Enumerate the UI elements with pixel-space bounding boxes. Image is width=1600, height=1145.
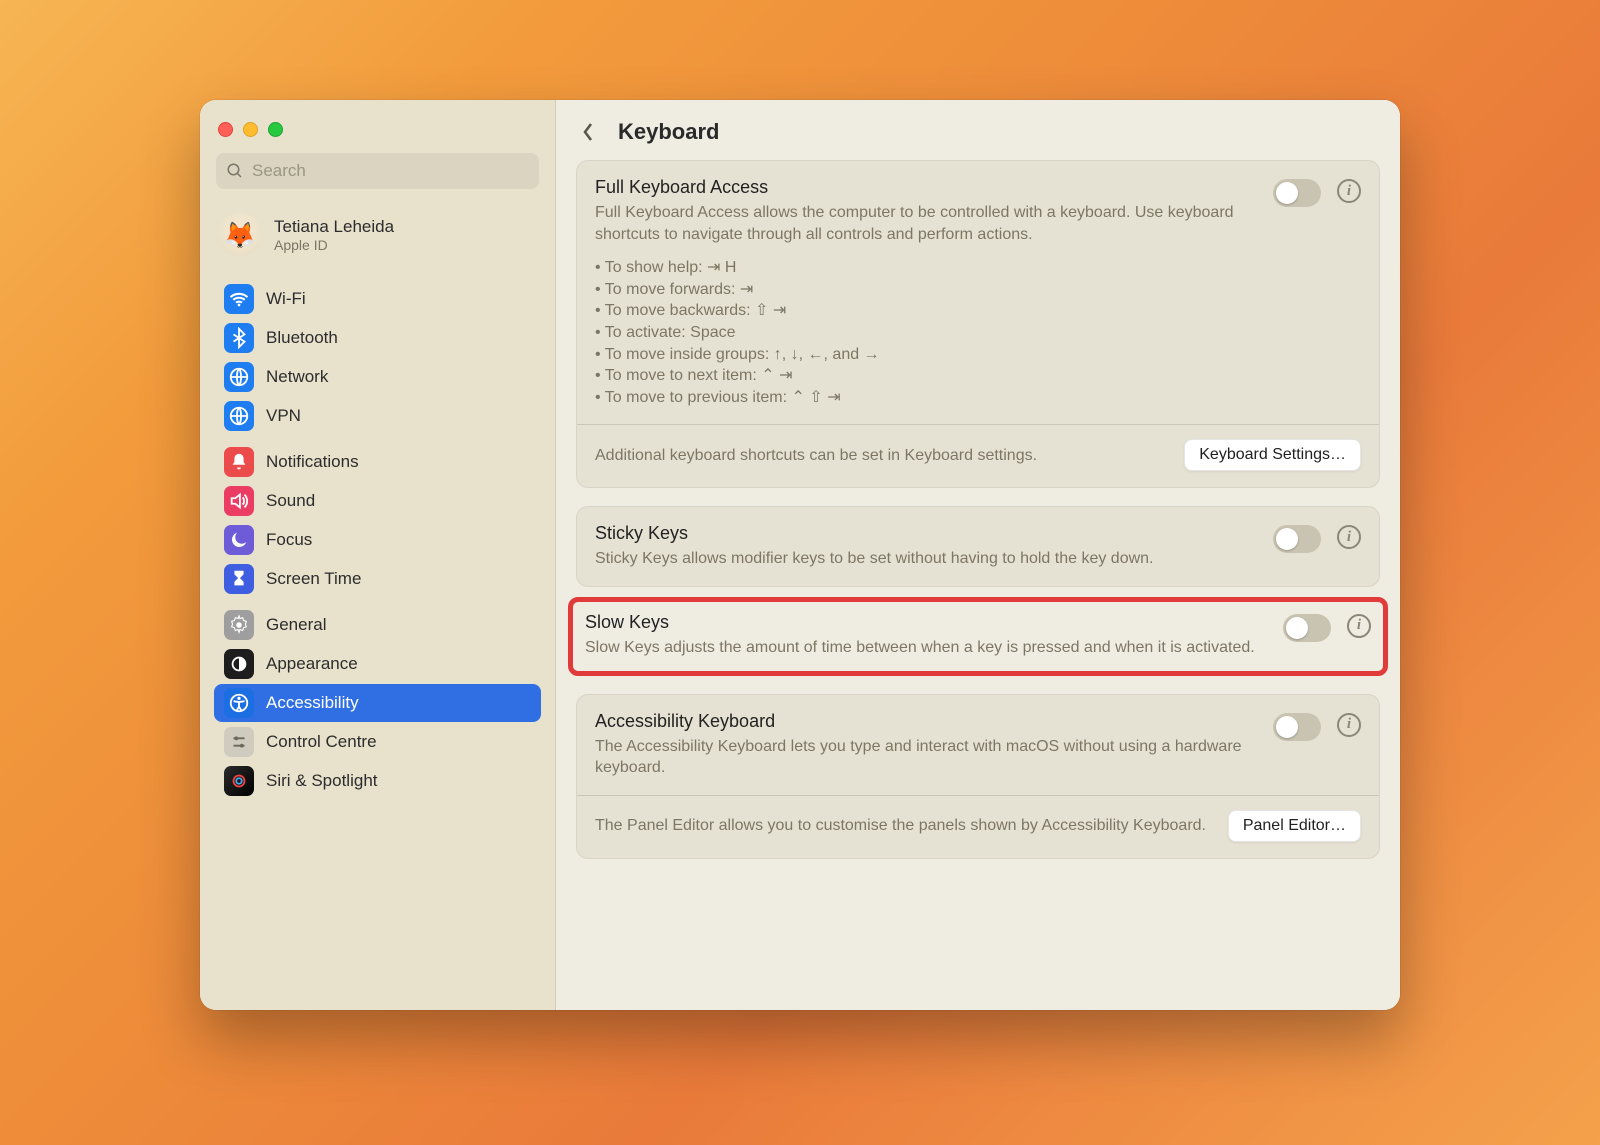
settings-scroll: Full Keyboard Access Full Keyboard Acces… (556, 160, 1400, 859)
sidebar-item-network[interactable]: Network (214, 358, 541, 396)
sidebar-item-label: Bluetooth (266, 328, 338, 348)
shortcut-line: To move to previous item: ⌃ ⇧ ⇥ (595, 387, 1257, 409)
slow-keys-title: Slow Keys (585, 612, 1267, 633)
slow-keys-info-button[interactable]: i (1347, 614, 1371, 638)
moon-icon (224, 525, 254, 555)
keyboard-settings-button[interactable]: Keyboard Settings… (1184, 439, 1361, 471)
full-keyboard-access-shortcuts: To show help: ⇥ H To move forwards: ⇥ To… (595, 257, 1257, 408)
slow-keys-card: Slow Keys Slow Keys adjusts the amount o… (576, 597, 1380, 676)
sidebar-item-notifications[interactable]: Notifications (214, 443, 541, 481)
sidebar-item-label: Accessibility (266, 693, 359, 713)
speaker-icon (224, 486, 254, 516)
slow-keys-desc: Slow Keys adjusts the amount of time bet… (585, 637, 1267, 659)
siri-icon (224, 766, 254, 796)
search-icon (226, 162, 244, 180)
sidebar-item-label: Appearance (266, 654, 358, 674)
full-keyboard-access-toggle[interactable] (1273, 179, 1321, 207)
chevron-left-icon (581, 122, 595, 142)
bluetooth-icon (224, 323, 254, 353)
sidebar-item-appearance[interactable]: Appearance (214, 645, 541, 683)
accessibility-keyboard-card: Accessibility Keyboard The Accessibility… (576, 694, 1380, 859)
globe-icon (224, 362, 254, 392)
shortcut-line: To move inside groups: ↑, ↓, ←, and → (595, 344, 1257, 366)
sidebar-item-accessibility[interactable]: Accessibility (214, 684, 541, 722)
keyboard-shortcuts-note: Additional keyboard shortcuts can be set… (595, 445, 1168, 467)
sidebar-item-label: Screen Time (266, 569, 361, 589)
sidebar-item-vpn[interactable]: VPN (214, 397, 541, 435)
sidebar-item-wifi[interactable]: Wi-Fi (214, 280, 541, 318)
page-title: Keyboard (618, 119, 719, 145)
content-area: Keyboard Full Keyboard Access Full Keybo… (556, 100, 1400, 1010)
shortcut-line: To move forwards: ⇥ (595, 279, 1257, 301)
gear-icon (224, 610, 254, 640)
sidebar-group-network: Wi-Fi Bluetooth Network VPN (210, 273, 545, 436)
sticky-keys-toggle[interactable] (1273, 525, 1321, 553)
divider (577, 795, 1379, 796)
divider (577, 424, 1379, 425)
sidebar-item-label: Sound (266, 491, 315, 511)
back-button[interactable] (574, 118, 602, 146)
search-field-container (216, 153, 539, 189)
sidebar-item-label: Notifications (266, 452, 359, 472)
accessibility-keyboard-toggle[interactable] (1273, 713, 1321, 741)
sidebar-item-label: Siri & Spotlight (266, 771, 378, 791)
accessibility-keyboard-desc: The Accessibility Keyboard lets you type… (595, 736, 1257, 779)
sticky-keys-desc: Sticky Keys allows modifier keys to be s… (595, 548, 1257, 570)
sidebar-item-sound[interactable]: Sound (214, 482, 541, 520)
avatar: 🦊 (218, 213, 262, 257)
sidebar: 🦊 Tetiana Leheida Apple ID Wi-Fi Bluetoo… (200, 100, 556, 1010)
slow-keys-highlight: Slow Keys Slow Keys adjusts the amount o… (568, 597, 1388, 676)
wifi-icon (224, 284, 254, 314)
full-keyboard-access-desc: Full Keyboard Access allows the computer… (595, 202, 1257, 245)
sidebar-item-bluetooth[interactable]: Bluetooth (214, 319, 541, 357)
sidebar-item-focus[interactable]: Focus (214, 521, 541, 559)
sidebar-item-label: Network (266, 367, 328, 387)
hourglass-icon (224, 564, 254, 594)
sidebar-item-general[interactable]: General (214, 606, 541, 644)
header: Keyboard (556, 100, 1400, 160)
control-centre-icon (224, 727, 254, 757)
user-subtitle: Apple ID (274, 237, 394, 253)
accessibility-keyboard-info-button[interactable]: i (1337, 713, 1361, 737)
minimize-window-button[interactable] (243, 122, 258, 137)
panel-editor-button[interactable]: Panel Editor… (1228, 810, 1361, 842)
zoom-window-button[interactable] (268, 122, 283, 137)
full-keyboard-access-title: Full Keyboard Access (595, 177, 1257, 198)
slow-keys-toggle[interactable] (1283, 614, 1331, 642)
apple-id-row[interactable]: 🦊 Tetiana Leheida Apple ID (210, 203, 545, 273)
window-controls (210, 116, 545, 153)
sidebar-item-control-centre[interactable]: Control Centre (214, 723, 541, 761)
panel-editor-note: The Panel Editor allows you to customise… (595, 815, 1212, 837)
sidebar-group-general: General Appearance Accessibility Control… (210, 599, 545, 801)
sidebar-item-screen-time[interactable]: Screen Time (214, 560, 541, 598)
sidebar-item-label: Wi-Fi (266, 289, 306, 309)
sidebar-item-label: VPN (266, 406, 301, 426)
bell-icon (224, 447, 254, 477)
close-window-button[interactable] (218, 122, 233, 137)
sidebar-item-siri-spotlight[interactable]: Siri & Spotlight (214, 762, 541, 800)
accessibility-icon (224, 688, 254, 718)
sidebar-item-label: General (266, 615, 326, 635)
full-keyboard-access-card: Full Keyboard Access Full Keyboard Acces… (576, 160, 1380, 488)
sidebar-item-label: Control Centre (266, 732, 377, 752)
vpn-icon (224, 401, 254, 431)
shortcut-line: To activate: Space (595, 322, 1257, 344)
user-name: Tetiana Leheida (274, 217, 394, 237)
sticky-keys-info-button[interactable]: i (1337, 525, 1361, 549)
shortcut-line: To show help: ⇥ H (595, 257, 1257, 279)
sticky-keys-title: Sticky Keys (595, 523, 1257, 544)
accessibility-keyboard-title: Accessibility Keyboard (595, 711, 1257, 732)
sticky-keys-card: Sticky Keys Sticky Keys allows modifier … (576, 506, 1380, 587)
sidebar-item-label: Focus (266, 530, 312, 550)
full-keyboard-access-info-button[interactable]: i (1337, 179, 1361, 203)
search-input[interactable] (252, 161, 529, 181)
shortcut-line: To move to next item: ⌃ ⇥ (595, 365, 1257, 387)
sidebar-group-alerts: Notifications Sound Focus Screen Time (210, 436, 545, 599)
settings-window: 🦊 Tetiana Leheida Apple ID Wi-Fi Bluetoo… (200, 100, 1400, 1010)
appearance-icon (224, 649, 254, 679)
shortcut-line: To move backwards: ⇧ ⇥ (595, 300, 1257, 322)
